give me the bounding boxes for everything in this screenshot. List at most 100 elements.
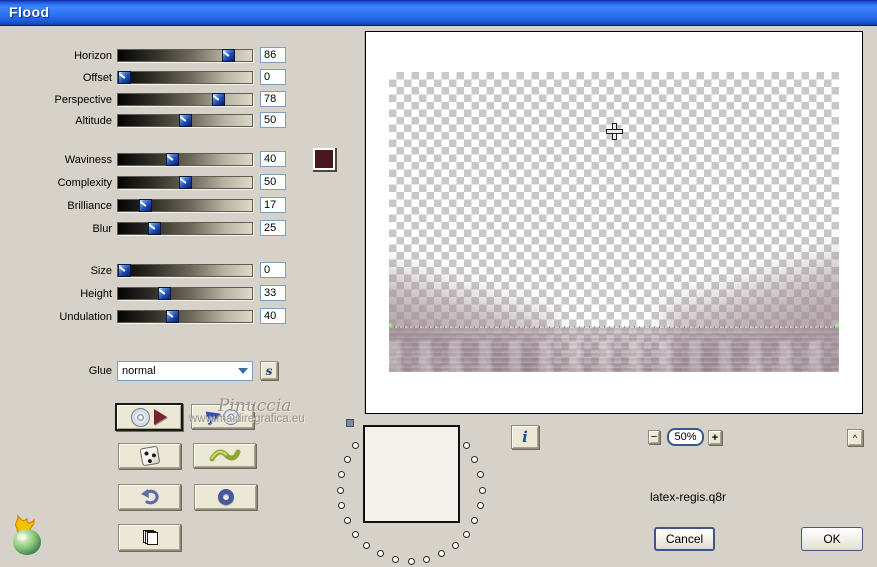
slider-value-altitude[interactable] <box>260 112 286 128</box>
slider-thumb[interactable] <box>212 93 226 106</box>
memory-dot[interactable] <box>451 542 459 549</box>
slider-track-undulation[interactable] <box>117 310 253 323</box>
crosshair-icon <box>606 123 623 140</box>
memory-dot[interactable] <box>376 550 384 558</box>
undo-button[interactable] <box>118 484 181 510</box>
preview-image[interactable] <box>389 72 839 372</box>
s-curve-button[interactable]: s <box>260 361 278 380</box>
arrow-icon <box>205 408 222 425</box>
slider-value-horizon[interactable] <box>260 47 286 63</box>
preview-pane <box>365 31 863 414</box>
memory-dot[interactable] <box>336 486 344 494</box>
memory-slot-marker[interactable] <box>346 419 354 427</box>
preset-filename: latex-regis.q8r <box>649 490 727 504</box>
memory-dot[interactable] <box>478 486 486 494</box>
slider-row-perspective: Perspective <box>0 91 300 109</box>
randomize-button[interactable] <box>118 443 181 469</box>
slider-track-offset[interactable] <box>117 71 253 84</box>
slider-value-size[interactable] <box>260 262 286 278</box>
slider-value-perspective[interactable] <box>260 91 286 107</box>
memory-dot[interactable] <box>351 442 359 450</box>
memory-dot[interactable] <box>338 502 346 510</box>
info-label: i <box>522 428 528 446</box>
slider-label: Blur <box>92 223 112 235</box>
slider-label: Complexity <box>57 177 112 189</box>
slider-track-perspective[interactable] <box>117 93 253 106</box>
slider-track-blur[interactable] <box>117 222 253 235</box>
zoom-in-button[interactable]: + <box>708 430 722 445</box>
flaming-pear-logo <box>13 514 41 555</box>
slider-thumb[interactable] <box>166 153 180 166</box>
cd-icon <box>222 408 239 425</box>
memory-dot[interactable] <box>471 455 479 463</box>
slider-row-horizon: Horizon <box>0 47 300 65</box>
zoom-out-button[interactable]: − <box>648 430 660 444</box>
glue-select[interactable]: normal <box>117 361 253 381</box>
slider-thumb[interactable] <box>138 199 152 212</box>
memory-dot[interactable] <box>343 455 351 463</box>
memory-dot[interactable] <box>438 550 446 558</box>
collapse-button[interactable]: ^ <box>847 429 863 446</box>
glue-label: Glue <box>88 365 112 377</box>
slider-value-brilliance[interactable] <box>260 197 286 213</box>
slider-track-height[interactable] <box>117 287 253 300</box>
slider-value-height[interactable] <box>260 285 286 301</box>
reset-ring-button[interactable] <box>194 484 257 510</box>
slider-thumb[interactable] <box>118 264 131 277</box>
slider-value-blur[interactable] <box>260 220 286 236</box>
copy-settings-button[interactable] <box>118 524 181 551</box>
slider-track-altitude[interactable] <box>117 114 253 127</box>
slider-thumb[interactable] <box>118 71 131 84</box>
slider-label: Waviness <box>64 154 112 166</box>
slider-track-waviness[interactable] <box>117 153 253 166</box>
slider-value-complexity[interactable] <box>260 174 286 190</box>
memory-dot[interactable] <box>407 557 415 565</box>
ok-button[interactable]: OK <box>801 527 863 551</box>
slider-track-complexity[interactable] <box>117 176 253 189</box>
memory-thumbnail[interactable] <box>363 425 460 523</box>
wave-button[interactable] <box>193 443 256 468</box>
slider-track-brilliance[interactable] <box>117 199 253 212</box>
memory-dot[interactable] <box>463 530 470 538</box>
slider-value-offset[interactable] <box>260 69 286 85</box>
slider-thumb[interactable] <box>222 49 236 62</box>
cancel-button[interactable]: Cancel <box>654 527 715 551</box>
slider-thumb[interactable] <box>178 114 192 127</box>
memory-dot[interactable] <box>471 517 479 525</box>
title-bar[interactable]: Flood <box>0 0 877 26</box>
memory-dot[interactable] <box>343 517 351 525</box>
slider-track-size[interactable] <box>117 264 253 277</box>
slider-thumb[interactable] <box>148 222 162 235</box>
memory-dot[interactable] <box>463 442 470 450</box>
slider-track-horizon[interactable] <box>117 49 253 62</box>
render-button[interactable] <box>115 403 183 431</box>
pages-icon <box>142 529 158 546</box>
memory-dot[interactable] <box>391 555 399 563</box>
slider-value-waviness[interactable] <box>260 151 286 167</box>
slider-label: Size <box>90 265 112 277</box>
memory-dot[interactable] <box>351 530 359 538</box>
dice-icon <box>139 445 160 467</box>
slider-label: Horizon <box>74 50 112 62</box>
horizon-line <box>389 326 839 328</box>
s-curve-label: s <box>265 363 273 378</box>
water-color-swatch[interactable] <box>313 148 337 172</box>
slider-thumb[interactable] <box>166 310 180 323</box>
open-settings-button[interactable] <box>191 404 254 429</box>
slider-label: Brilliance <box>67 200 112 212</box>
memory-dot[interactable] <box>476 502 484 510</box>
info-button[interactable]: i <box>511 425 539 449</box>
horizon-marker-right[interactable] <box>835 323 839 328</box>
memory-dot[interactable] <box>423 555 431 563</box>
memory-dot[interactable] <box>476 470 484 478</box>
play-triangle-icon <box>154 409 167 425</box>
slider-row-height: Height <box>0 285 300 303</box>
slider-value-undulation[interactable] <box>260 308 286 324</box>
slider-thumb[interactable] <box>178 176 192 189</box>
slider-thumb[interactable] <box>157 287 171 300</box>
memory-dot[interactable] <box>363 542 371 549</box>
flood-water-streaks <box>389 340 839 372</box>
slider-label: Offset <box>82 72 112 84</box>
memory-dot[interactable] <box>338 470 346 478</box>
slider-row-altitude: Altitude <box>0 112 300 130</box>
